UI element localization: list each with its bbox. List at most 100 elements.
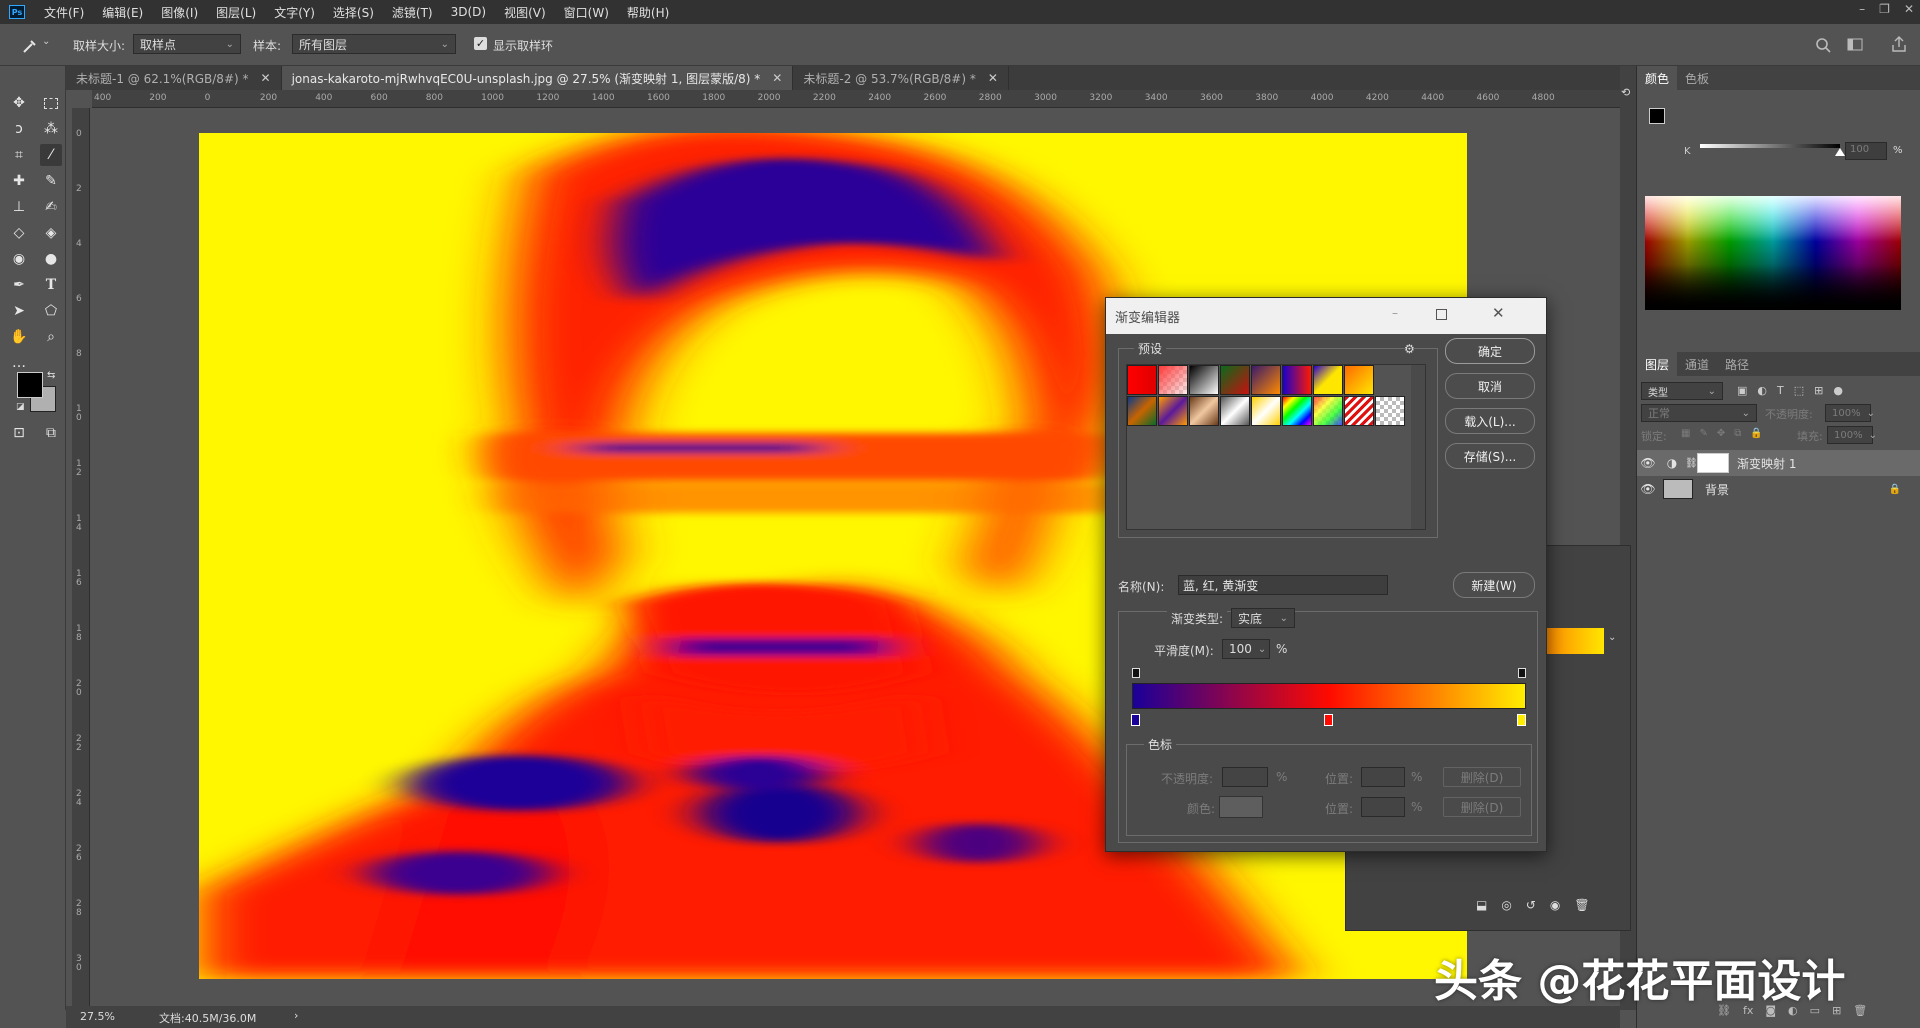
color-position-input[interactable] — [1361, 797, 1405, 817]
blend-mode-select[interactable]: 正常 — [1641, 404, 1757, 422]
eye-icon[interactable]: 👁 — [1637, 456, 1659, 470]
marquee-tool-icon[interactable] — [40, 92, 62, 114]
menu-image[interactable]: 图像(I) — [152, 4, 207, 21]
menu-file[interactable]: 文件(F) — [35, 4, 93, 21]
close-icon[interactable]: ✕ — [1904, 2, 1914, 16]
trash-icon[interactable]: 🗑 — [1853, 1004, 1867, 1017]
shape-filter-icon[interactable]: ⬚ — [1794, 384, 1804, 397]
menu-layer[interactable]: 图层(L) — [207, 4, 265, 21]
gradient-name-input[interactable]: 蓝, 红, 黄渐变 — [1178, 575, 1388, 595]
layer-thumbnail[interactable] — [1663, 479, 1693, 499]
chevron-down-icon[interactable]: ⌄ — [1608, 632, 1616, 643]
tab-untitled-2[interactable]: 未标题-2 @ 53.7%(RGB/8#) * ✕ — [793, 66, 1009, 90]
zoom-tool-icon[interactable]: ⌕ — [40, 326, 62, 348]
tab-layers[interactable]: 图层 — [1637, 352, 1678, 376]
minimize-icon[interactable]: – — [1859, 2, 1865, 16]
paint-bucket-icon[interactable]: ◈ — [40, 222, 62, 244]
delete-color-stop-button[interactable]: 删除(D) — [1443, 797, 1521, 817]
preset-swatch[interactable] — [1313, 365, 1343, 395]
menu-edit[interactable]: 编辑(E) — [93, 4, 152, 21]
preset-swatch[interactable] — [1282, 365, 1312, 395]
chevron-down-icon[interactable]: ⌄ — [42, 36, 50, 47]
blur-tool-icon[interactable]: ◉ — [8, 248, 30, 270]
presets-gear-icon[interactable]: ⚙ — [1404, 342, 1415, 356]
preset-swatch[interactable] — [1220, 365, 1250, 395]
maximize-icon[interactable] — [1436, 309, 1447, 320]
eraser-tool-icon[interactable]: ◇ — [8, 222, 30, 244]
tab-color[interactable]: 颜色 — [1637, 66, 1678, 90]
pen-tool-icon[interactable]: ✒ — [8, 274, 30, 296]
menu-type[interactable]: 文字(Y) — [265, 4, 324, 21]
image-filter-icon[interactable]: ▣ — [1737, 384, 1747, 397]
type-tool-icon[interactable]: T — [40, 274, 62, 296]
eyedropper-tool-icon[interactable]: ⁄ — [40, 144, 62, 166]
save-button[interactable]: 存储(S)... — [1445, 443, 1535, 469]
stop-opacity-input[interactable] — [1222, 767, 1268, 787]
lock-pixels-icon[interactable]: ✎ — [1699, 428, 1707, 439]
gradient-type-select[interactable]: 实底 — [1231, 608, 1295, 628]
status-menu-arrow[interactable]: › — [294, 1009, 298, 1022]
preset-swatch[interactable] — [1189, 396, 1219, 426]
opacity-input[interactable]: 100% — [1825, 404, 1871, 422]
history-icon[interactable]: ⟲ — [1621, 86, 1635, 100]
preset-swatch[interactable] — [1127, 365, 1157, 395]
preset-swatch[interactable] — [1344, 365, 1374, 395]
healing-brush-icon[interactable]: ✚ — [8, 170, 30, 192]
menu-filter[interactable]: 滤镜(T) — [383, 4, 442, 21]
quick-mask-icon[interactable]: ⊡ — [8, 422, 30, 444]
preset-swatch[interactable] — [1251, 365, 1281, 395]
screen-mode-icon[interactable]: ⧉ — [40, 422, 62, 444]
tab-paths[interactable]: 路径 — [1717, 352, 1757, 376]
layer-row[interactable]: 👁 背景 🔒 — [1637, 476, 1920, 502]
hand-tool-icon[interactable]: ✋ — [8, 326, 30, 348]
color-spectrum[interactable] — [1645, 196, 1901, 310]
brush-tool-icon[interactable]: ✎ — [40, 170, 62, 192]
eye-icon[interactable]: 👁 — [1637, 482, 1659, 496]
type-filter-icon[interactable]: T — [1777, 384, 1784, 397]
show-ring-checkbox[interactable]: ✓ — [474, 37, 487, 50]
preset-swatch[interactable] — [1158, 396, 1188, 426]
reset-icon[interactable]: ↺ — [1526, 898, 1536, 912]
opacity-stop-left[interactable] — [1132, 668, 1140, 678]
clip-icon[interactable]: ⬓ — [1476, 898, 1487, 912]
lock-transparent-icon[interactable]: ▦ — [1681, 428, 1690, 439]
default-colors-icon[interactable]: ◪ — [16, 402, 25, 412]
stop-color-swatch[interactable] — [1219, 796, 1263, 818]
crop-tool-icon[interactable]: ⌗ — [8, 144, 30, 166]
restore-icon[interactable]: ❐ — [1879, 2, 1890, 16]
swap-colors-icon[interactable]: ⇆ — [47, 370, 55, 381]
opacity-stop-right[interactable] — [1518, 668, 1526, 678]
preset-swatch[interactable] — [1158, 365, 1188, 395]
slider-handle[interactable] — [1835, 148, 1845, 156]
menu-select[interactable]: 选择(S) — [324, 4, 383, 21]
share-icon[interactable] — [1890, 35, 1908, 53]
shape-tool-icon[interactable]: ⬠ — [40, 300, 62, 322]
sample-size-select[interactable]: 取样点 — [133, 34, 241, 54]
view-previous-icon[interactable]: ◎ — [1501, 898, 1511, 912]
eyedropper-icon[interactable] — [20, 37, 40, 55]
sample-select[interactable]: 所有图层 — [292, 34, 456, 54]
close-icon[interactable]: ✕ — [772, 71, 782, 85]
close-icon[interactable]: ✕ — [988, 71, 998, 85]
k-slider[interactable] — [1700, 144, 1840, 148]
tab-jonas-photo[interactable]: jonas-kakaroto-mjRwhvqEC0U-unsplash.jpg … — [281, 66, 794, 90]
color-stop-blue[interactable] — [1131, 714, 1140, 726]
ok-button[interactable]: 确定 — [1445, 338, 1535, 364]
layer-name[interactable]: 渐变映射 1 — [1737, 455, 1796, 472]
adjustment-filter-icon[interactable]: ◐ — [1757, 384, 1767, 397]
color-stop-red[interactable] — [1324, 714, 1333, 726]
search-icon[interactable] — [1814, 36, 1832, 54]
tab-swatches[interactable]: 色板 — [1677, 66, 1717, 90]
new-gradient-button[interactable]: 新建(W) — [1453, 572, 1535, 598]
lasso-tool-icon[interactable]: ↄ — [8, 118, 30, 140]
preset-swatch[interactable] — [1282, 396, 1312, 426]
menu-window[interactable]: 窗口(W) — [555, 4, 618, 21]
layer-filter-select[interactable]: 类型 — [1641, 382, 1723, 400]
tab-untitled-1[interactable]: 未标题-1 @ 62.1%(RGB/8#) * ✕ — [66, 66, 282, 90]
minimize-icon[interactable]: – — [1392, 306, 1398, 320]
delete-opacity-stop-button[interactable]: 删除(D) — [1443, 767, 1521, 787]
path-select-icon[interactable]: ➤ — [8, 300, 30, 322]
menu-3d[interactable]: 3D(D) — [442, 5, 495, 19]
lock-artboard-icon[interactable]: ⧉ — [1734, 428, 1741, 439]
load-button[interactable]: 载入(L)... — [1445, 408, 1535, 434]
